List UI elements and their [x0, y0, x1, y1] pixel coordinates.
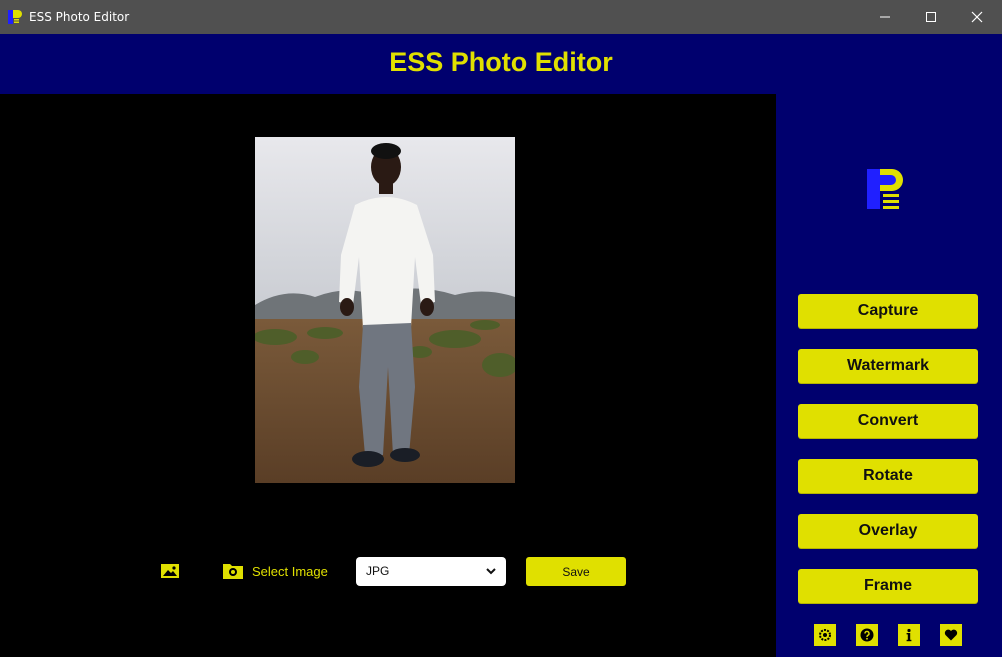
watermark-button[interactable]: Watermark	[798, 349, 978, 383]
chevron-down-icon	[486, 568, 496, 575]
info-button[interactable]	[898, 624, 920, 646]
app-logo-icon	[8, 10, 22, 24]
settings-button[interactable]	[814, 624, 836, 646]
info-icon	[906, 628, 912, 642]
folder-camera-icon[interactable]	[223, 561, 243, 584]
app-logo-icon	[867, 169, 903, 209]
minimize-button[interactable]	[862, 0, 908, 34]
overlay-button[interactable]: Overlay	[798, 514, 978, 548]
maximize-icon	[926, 12, 936, 22]
frame-button[interactable]: Frame	[798, 569, 978, 603]
image-icon[interactable]	[161, 563, 179, 584]
save-button[interactable]: Save	[526, 557, 626, 586]
photo-preview	[255, 137, 515, 483]
capture-button[interactable]: Capture	[798, 294, 978, 328]
select-image-button[interactable]: Select Image	[252, 564, 328, 579]
close-button[interactable]	[954, 0, 1000, 34]
maximize-button[interactable]	[908, 0, 954, 34]
format-dropdown-value: JPG	[366, 564, 390, 578]
favorite-button[interactable]	[940, 624, 962, 646]
help-button[interactable]	[856, 624, 878, 646]
image-canvas: Select Image JPG Save	[0, 94, 776, 657]
settings-icon	[819, 629, 831, 641]
window-title: ESS Photo Editor	[29, 10, 130, 24]
sidebar: Capture Watermark Convert Rotate Overlay…	[776, 94, 1002, 657]
heart-icon	[944, 629, 958, 641]
convert-button[interactable]: Convert	[798, 404, 978, 438]
close-icon	[971, 11, 983, 23]
help-icon	[860, 628, 874, 642]
format-dropdown[interactable]: JPG	[356, 557, 506, 586]
app-title: ESS Photo Editor	[389, 47, 613, 77]
app-header: ESS Photo Editor	[0, 34, 1002, 94]
window-titlebar: ESS Photo Editor	[0, 0, 1002, 34]
rotate-button[interactable]: Rotate	[798, 459, 978, 493]
minimize-icon	[880, 16, 890, 18]
